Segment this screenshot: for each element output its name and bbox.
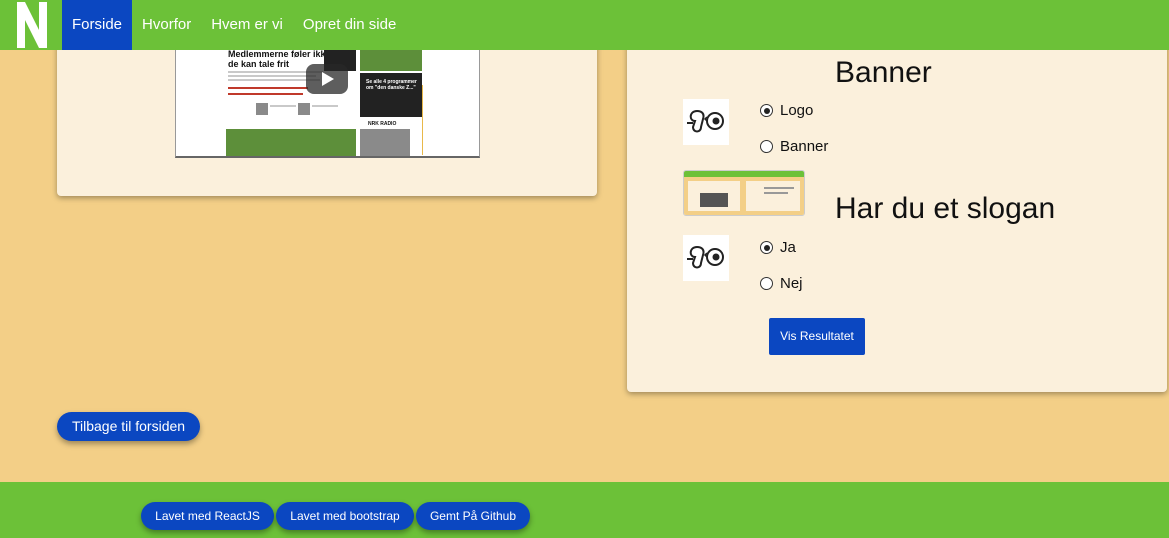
nav-item-forside[interactable]: Forside — [62, 0, 133, 50]
play-icon[interactable] — [306, 64, 348, 94]
radio-label: Nej — [780, 275, 803, 292]
nav-item-opret-din-side[interactable]: Opret din side — [293, 0, 406, 50]
badge-github[interactable]: Gemt På Github — [416, 502, 530, 530]
ear-icon — [683, 235, 729, 281]
video-promo: Se alle 4 programmer om "den danske Z...… — [366, 79, 417, 91]
question-slogan-title: Har du et slogan — [835, 192, 1056, 225]
badge-bootstrap[interactable]: Lavet med bootstrap — [276, 502, 414, 530]
show-result-button[interactable]: Vis Resultatet — [769, 318, 865, 355]
nav-menu: Forside Hvorfor Hvem er vi Opret din sid… — [62, 0, 406, 50]
top-navbar: Forside Hvorfor Hvem er vi Opret din sid… — [0, 0, 1169, 50]
radio-label: Logo — [780, 102, 814, 119]
radio-label: Ja — [780, 239, 796, 256]
back-to-home-button[interactable]: Tilbage til forsiden — [57, 412, 200, 441]
radio-button[interactable] — [760, 241, 773, 254]
footer: Lavet med ReactJS Lavet med bootstrap Ge… — [0, 482, 1169, 538]
badge-reactjs[interactable]: Lavet med ReactJS — [141, 502, 274, 530]
nav-item-hvem-er-vi[interactable]: Hvem er vi — [201, 0, 293, 50]
slogan-example-image — [683, 170, 805, 216]
radio-banner[interactable]: Banner — [760, 138, 828, 155]
ear-icon — [683, 99, 729, 145]
radio-nej[interactable]: Nej — [760, 275, 803, 292]
survey-card: Banner Logo Banner Har du et slogan Ja N… — [627, 20, 1167, 392]
radio-button[interactable] — [760, 140, 773, 153]
radio-button[interactable] — [760, 104, 773, 117]
radio-label: Banner — [780, 138, 829, 155]
radio-logo[interactable]: Logo — [760, 102, 813, 119]
question-banner-title: Banner — [835, 56, 932, 89]
video-radio-label: NRK RADIO — [368, 121, 397, 127]
radio-ja[interactable]: Ja — [760, 239, 796, 256]
n-logo-icon[interactable] — [14, 0, 50, 50]
nav-item-hvorfor[interactable]: Hvorfor — [132, 0, 201, 50]
radio-button[interactable] — [760, 277, 773, 290]
